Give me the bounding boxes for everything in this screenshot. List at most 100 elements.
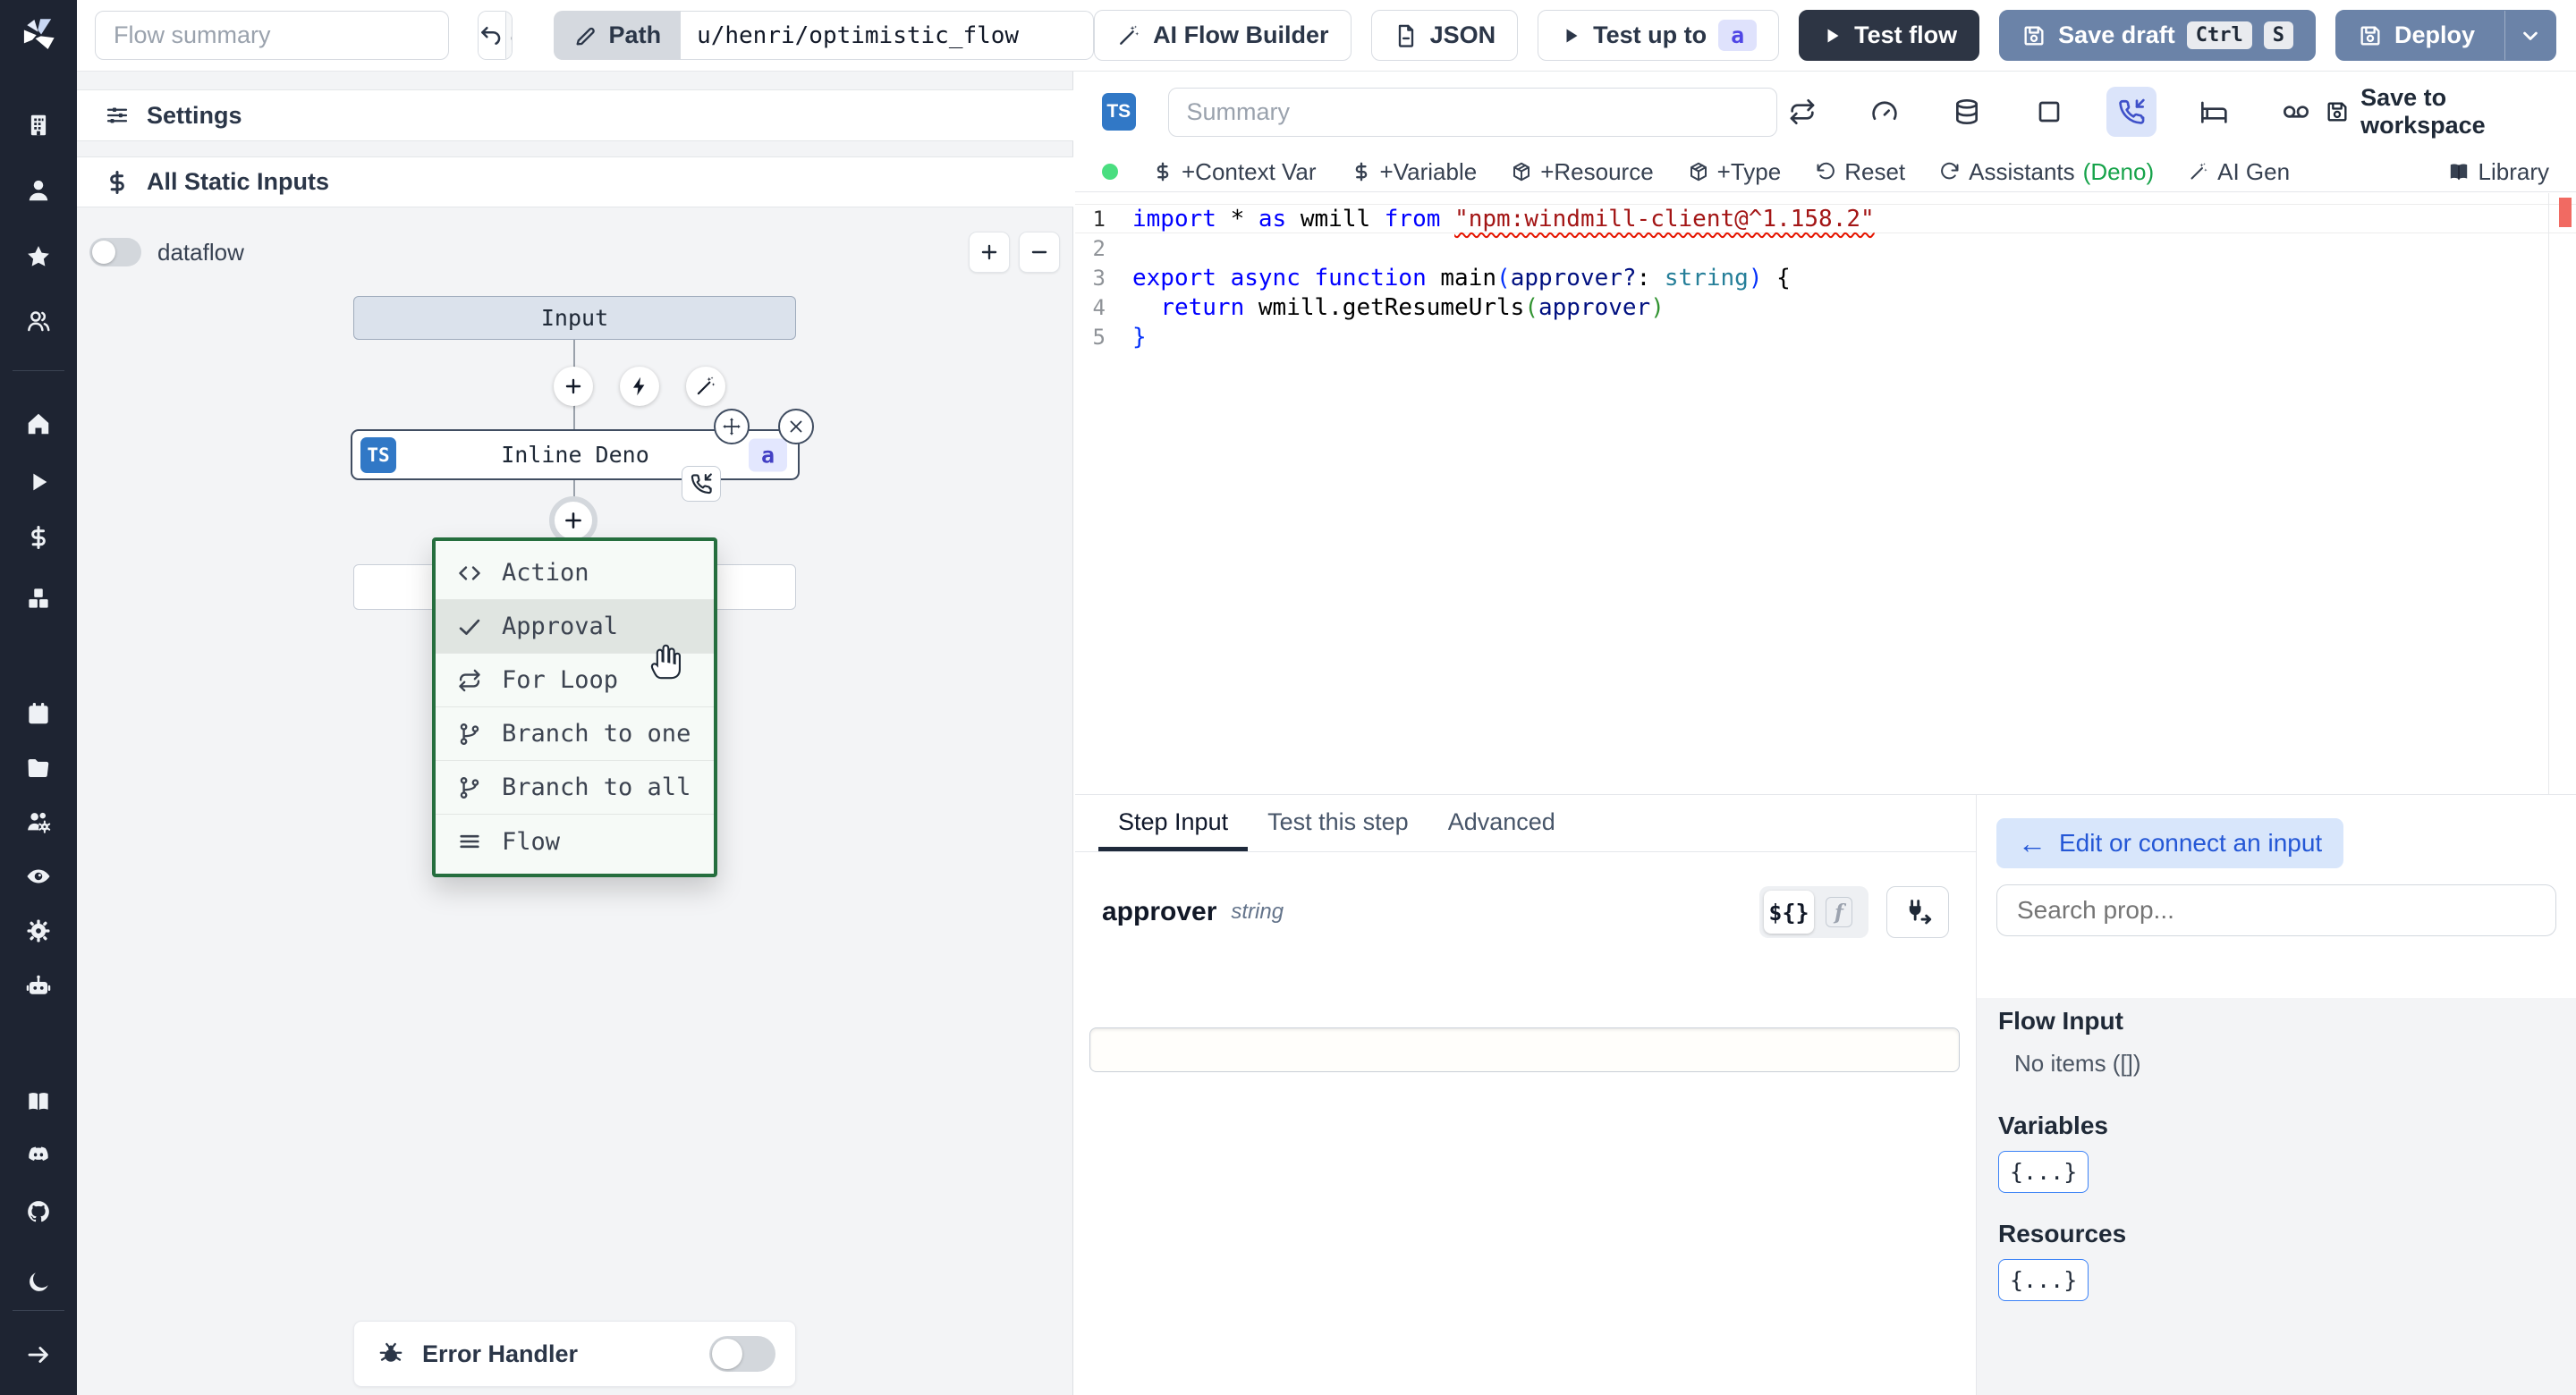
- sidebar-item-arrow-right-icon[interactable]: [0, 1335, 77, 1374]
- sidebar-item-home-icon[interactable]: [0, 404, 77, 444]
- error-handler-node[interactable]: Error Handler: [353, 1321, 796, 1387]
- move-icon: [721, 416, 742, 437]
- flow-input-title: Flow Input: [1998, 1007, 2123, 1035]
- menu-item-for-loop[interactable]: For Loop: [436, 654, 714, 707]
- zoom-out-button[interactable]: [1019, 232, 1060, 273]
- connect-input-button[interactable]: [1886, 886, 1949, 938]
- toolbar-reset-button[interactable]: Reset: [1815, 158, 1905, 186]
- arg-value-input[interactable]: [1089, 1027, 1960, 1072]
- settings-row[interactable]: Settings: [77, 89, 1073, 141]
- toolbar-assistants-button[interactable]: Assistants (Deno): [1939, 158, 2154, 186]
- template-mode-button[interactable]: ${}: [1764, 891, 1814, 934]
- sidebar-item-play-icon[interactable]: [0, 462, 77, 502]
- step-setting-voicemail-icon[interactable]: [2271, 87, 2321, 137]
- wand-icon: [2188, 161, 2209, 182]
- resources-object-chip[interactable]: {...}: [1998, 1259, 2089, 1301]
- step-setting-phone-in-icon[interactable]: [2106, 87, 2157, 137]
- save-draft-button[interactable]: Save draft Ctrl S: [1999, 10, 2316, 61]
- step-setting-gauge-icon[interactable]: [1860, 87, 1910, 137]
- windmill-logo[interactable]: [0, 0, 77, 72]
- move-step-handle[interactable]: [714, 409, 750, 444]
- menu-item-action[interactable]: Action: [436, 546, 714, 600]
- code-text: }: [1132, 323, 1147, 351]
- test-flow-button[interactable]: Test flow: [1799, 10, 1980, 61]
- pencil-icon: [573, 23, 598, 48]
- input-mode-toggle: ${} f: [1759, 886, 1868, 938]
- sidebar-item-users-cog-icon[interactable]: [0, 802, 77, 841]
- step-summary-input[interactable]: [1167, 87, 1778, 137]
- kbd-ctrl: Ctrl: [2186, 21, 2252, 49]
- delete-step-button[interactable]: [778, 409, 814, 444]
- sidebar-item-gear-icon[interactable]: [0, 911, 77, 951]
- sidebar-item-moon-icon[interactable]: [0, 1263, 77, 1302]
- step-setting-bed-icon[interactable]: [2189, 87, 2239, 137]
- undo-icon: [479, 22, 505, 49]
- json-button[interactable]: JSON: [1370, 10, 1519, 61]
- sidebar-item-user-icon[interactable]: [0, 171, 77, 210]
- dataflow-toggle[interactable]: [89, 238, 141, 266]
- sidebar-item-github-icon[interactable]: [0, 1192, 77, 1231]
- path-edit-button[interactable]: Path: [553, 11, 682, 60]
- sidebar-item-dollar-icon[interactable]: [0, 518, 77, 557]
- save-to-workspace-button[interactable]: Save to workspace: [2325, 84, 2551, 140]
- step-setting-database-icon[interactable]: [1942, 87, 1992, 137]
- toolbar--variable-button[interactable]: +Variable: [1351, 158, 1477, 186]
- menu-item-label: Branch to one: [502, 720, 691, 748]
- search-prop-input[interactable]: [1996, 884, 2556, 936]
- code-editor[interactable]: 1 import * as wmill from "npm:windmill-cl…: [1075, 193, 2576, 794]
- toolbar-label: +Context Var: [1182, 157, 1317, 185]
- suspend-approval-badge: [682, 466, 721, 502]
- flow-summary-input[interactable]: [95, 11, 449, 60]
- sidebar-item-calendar-icon[interactable]: [0, 694, 77, 733]
- menu-item-branch-to-one[interactable]: Branch to one: [436, 707, 714, 761]
- toolbar--resource-button[interactable]: +Resource: [1511, 158, 1654, 186]
- zoom-in-button[interactable]: [969, 232, 1010, 273]
- toolbar--context-var-button[interactable]: +Context Var: [1152, 158, 1317, 186]
- ai-flow-builder-button[interactable]: AI Flow Builder: [1094, 10, 1352, 61]
- library-button[interactable]: Library: [2447, 158, 2549, 186]
- minus-icon: [1028, 241, 1051, 264]
- toolbar--type-button[interactable]: +Type: [1688, 158, 1781, 186]
- test-up-to-button[interactable]: Test up to a: [1538, 10, 1780, 61]
- step-setting-square-icon[interactable]: [2024, 87, 2074, 137]
- code-line-1: 1 import * as wmill from "npm:windmill-cl…: [1075, 204, 2576, 233]
- deploy-button[interactable]: Deploy: [2336, 11, 2493, 60]
- toolbar-ai-gen-button[interactable]: AI Gen: [2188, 158, 2290, 186]
- tab-test-this-step[interactable]: Test this step: [1248, 795, 1428, 851]
- path-value[interactable]: u/henri/optimistic_flow: [681, 11, 1095, 60]
- flow-input-node[interactable]: Input: [353, 296, 796, 340]
- menu-item-branch-to-all[interactable]: Branch to all: [436, 761, 714, 815]
- all-static-inputs-row[interactable]: All Static Inputs: [77, 156, 1073, 207]
- undo-button[interactable]: [479, 12, 505, 59]
- tab-step-input[interactable]: Step Input: [1098, 795, 1248, 851]
- menu-item-label: Branch to all: [502, 774, 691, 801]
- sidebar-item-eye-icon[interactable]: [0, 857, 77, 896]
- error-handler-toggle[interactable]: [709, 1336, 775, 1372]
- save-draft-label: Save draft: [2058, 21, 2175, 48]
- redo-button[interactable]: [505, 12, 512, 59]
- tab-advanced[interactable]: Advanced: [1428, 795, 1575, 851]
- sidebar-item-book-icon[interactable]: [0, 1082, 77, 1121]
- input-node-label: Input: [540, 305, 609, 331]
- sidebar-item-discord-icon[interactable]: [0, 1136, 77, 1175]
- step-node-label: Inline Deno: [501, 442, 649, 468]
- ai-suggest-button[interactable]: [686, 367, 725, 406]
- menu-item-approval[interactable]: Approval: [436, 600, 714, 654]
- sidebar-item-folder-icon[interactable]: [0, 748, 77, 788]
- sidebar-item-building-icon[interactable]: [0, 106, 77, 145]
- step-setting-repeat-icon[interactable]: [1777, 87, 1827, 137]
- sidebar-item-star-icon[interactable]: [0, 237, 77, 276]
- package-icon: [1511, 161, 1532, 182]
- variables-object-chip[interactable]: {...}: [1998, 1151, 2089, 1193]
- deploy-more-button[interactable]: [2504, 11, 2555, 60]
- edit-or-connect-button[interactable]: ← Edit or connect an input: [1996, 818, 2344, 868]
- editor-toolbar: +Context Var +Variable +Resource +Type Reset…: [1075, 152, 2576, 192]
- code-line-2: 2: [1075, 233, 2576, 263]
- insert-step-button[interactable]: [554, 367, 593, 406]
- sidebar-item-boxes-icon[interactable]: [0, 579, 77, 618]
- trigger-button[interactable]: [620, 367, 659, 406]
- sidebar-item-users-icon[interactable]: [0, 301, 77, 341]
- sidebar-item-bot-icon[interactable]: [0, 967, 77, 1006]
- menu-item-flow[interactable]: Flow: [436, 815, 714, 868]
- javascript-mode-button[interactable]: f: [1814, 891, 1864, 934]
